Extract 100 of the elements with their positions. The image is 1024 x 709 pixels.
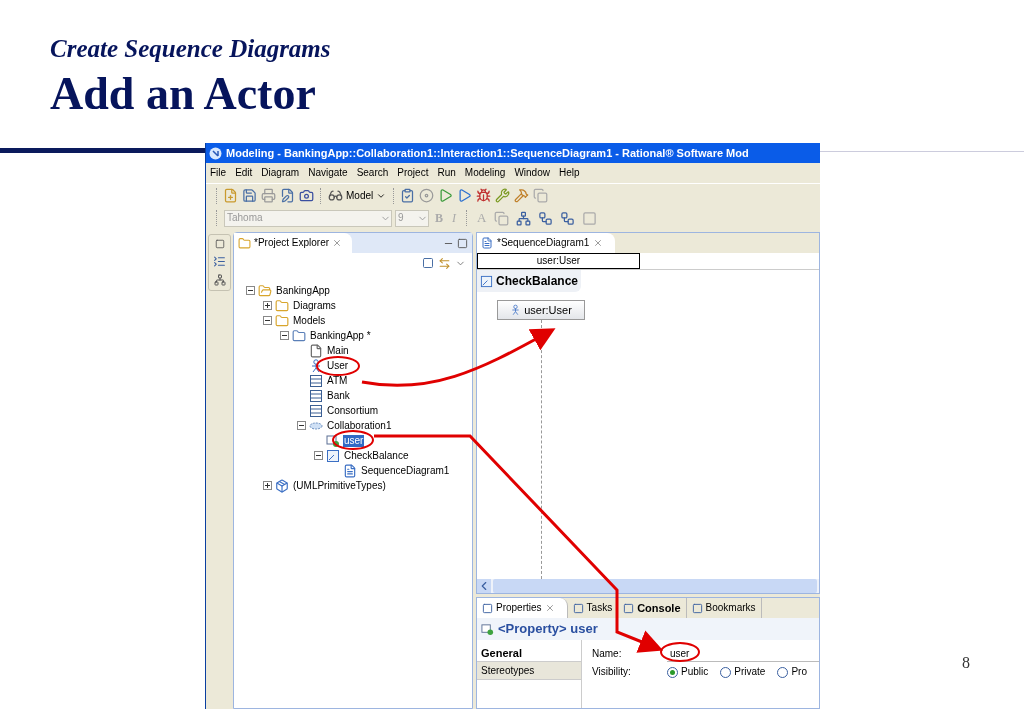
lifeline-head[interactable]: user:User (497, 300, 585, 320)
page-icon (309, 343, 323, 358)
tree-item[interactable]: Collaboration1 (326, 419, 393, 432)
disc-icon (419, 188, 435, 203)
workflow-icon (560, 210, 576, 226)
copy-icon (494, 210, 510, 226)
tree-item[interactable]: Consortium (326, 404, 380, 417)
hierarchy-icon[interactable] (213, 274, 226, 286)
menu-item[interactable]: Run (437, 167, 456, 179)
scroll-left-icon[interactable] (477, 579, 491, 593)
expander-icon[interactable] (314, 451, 323, 460)
highlight-circle (316, 356, 360, 376)
clipboard-icon (400, 188, 416, 203)
menu-item[interactable]: Window (514, 167, 550, 179)
properties-header: <Property> user (498, 623, 598, 635)
menu-item[interactable]: Help (558, 167, 580, 179)
workflow-icon (538, 210, 554, 226)
wrench-icon (495, 188, 511, 203)
class-icon (309, 403, 323, 418)
tree-item[interactable]: user (343, 434, 365, 447)
expander-icon[interactable] (263, 301, 272, 310)
expander-icon[interactable] (297, 421, 306, 430)
close-icon[interactable] (593, 238, 604, 248)
diagram-icon (343, 463, 357, 478)
edit-file-icon (280, 188, 295, 203)
save-icon (242, 188, 257, 203)
expander-icon[interactable] (263, 481, 272, 490)
tree-item[interactable]: BankingApp (275, 284, 331, 297)
menu-item[interactable]: Modeling (464, 167, 506, 179)
menu-item[interactable]: Diagram (261, 167, 300, 179)
part-icon (326, 433, 340, 448)
menu-item[interactable]: Search (356, 167, 389, 179)
outline-icon[interactable] (213, 255, 226, 268)
tab-label: *SequenceDiagram1 (497, 237, 590, 249)
tree-item[interactable]: Models (292, 314, 327, 327)
folder-icon (275, 313, 289, 328)
tree-item[interactable]: User (326, 359, 350, 372)
bug-icon (476, 188, 492, 203)
tree-item[interactable]: (UMLPrimitiveTypes) (292, 479, 387, 492)
hammer-icon (514, 188, 530, 203)
close-icon[interactable] (544, 603, 555, 613)
view-icon (572, 602, 584, 614)
camera-icon (299, 188, 314, 203)
menu-item[interactable]: File (210, 167, 227, 179)
page-number: 8 (962, 653, 971, 673)
new-file-icon (223, 188, 238, 203)
tree-item[interactable]: ATM (326, 374, 349, 387)
name-field[interactable]: user (667, 646, 819, 662)
expander-icon[interactable] (263, 316, 272, 325)
tab-label: *Project Explorer (254, 237, 330, 249)
folder-icon (258, 283, 272, 298)
model-button[interactable]: Model (325, 185, 390, 206)
interaction-icon (326, 448, 340, 463)
tree-item[interactable]: CheckBalance (343, 449, 410, 462)
actor-icon (510, 304, 522, 316)
highlight-circle (332, 430, 374, 450)
expander-icon[interactable] (246, 286, 255, 295)
name-edit-field[interactable]: user:User (477, 253, 640, 269)
maximize-icon[interactable] (457, 237, 468, 249)
tree-item[interactable]: SequenceDiagram1 (360, 464, 451, 477)
view-icon (623, 602, 635, 614)
printer-icon (261, 188, 276, 203)
field-label: Visibility: (592, 666, 632, 678)
part-icon (481, 622, 494, 636)
glasses-icon (328, 188, 343, 203)
class-icon (309, 373, 323, 388)
tree-item[interactable]: Bank (326, 389, 351, 402)
tree-item[interactable]: Main (326, 344, 350, 357)
tree-item[interactable]: BankingApp * (309, 329, 372, 342)
expander-icon[interactable] (280, 331, 289, 340)
visibility-radio[interactable]: Pro (777, 666, 807, 678)
menu-item[interactable]: Navigate (308, 167, 348, 179)
menu-item[interactable]: Edit (235, 167, 253, 179)
class-icon (309, 388, 323, 403)
window-icon[interactable] (214, 239, 225, 249)
editor-tab[interactable]: *SequenceDiagram1 (477, 233, 616, 253)
tree-item[interactable]: Diagrams (292, 299, 337, 312)
folder-icon (292, 328, 306, 343)
close-icon[interactable] (332, 238, 343, 248)
view-tab[interactable]: Properties (477, 598, 568, 618)
package-icon (275, 478, 289, 493)
explorer-tab[interactable]: *Project Explorer (234, 233, 353, 253)
slide-title: Add an Actor (50, 67, 317, 121)
field-label: Name: (592, 648, 623, 660)
interaction-icon (480, 274, 493, 288)
visibility-radio[interactable]: Private (720, 666, 766, 678)
folder-icon (275, 298, 289, 313)
run-icon (457, 188, 473, 203)
slide-subtitle: Create Sequence Diagrams (50, 34, 332, 64)
network-icon (516, 210, 532, 226)
app-icon (209, 146, 222, 160)
link-icon[interactable] (438, 256, 451, 270)
diagram-icon (481, 237, 493, 249)
square-icon (582, 210, 598, 226)
folder-icon (238, 236, 251, 250)
frame-label: CheckBalance (477, 270, 582, 292)
menu-item[interactable]: Project (397, 167, 429, 179)
visibility-radio[interactable]: Public (667, 666, 709, 678)
run-icon (438, 188, 454, 203)
section-tab[interactable]: Stereotypes (477, 662, 581, 680)
